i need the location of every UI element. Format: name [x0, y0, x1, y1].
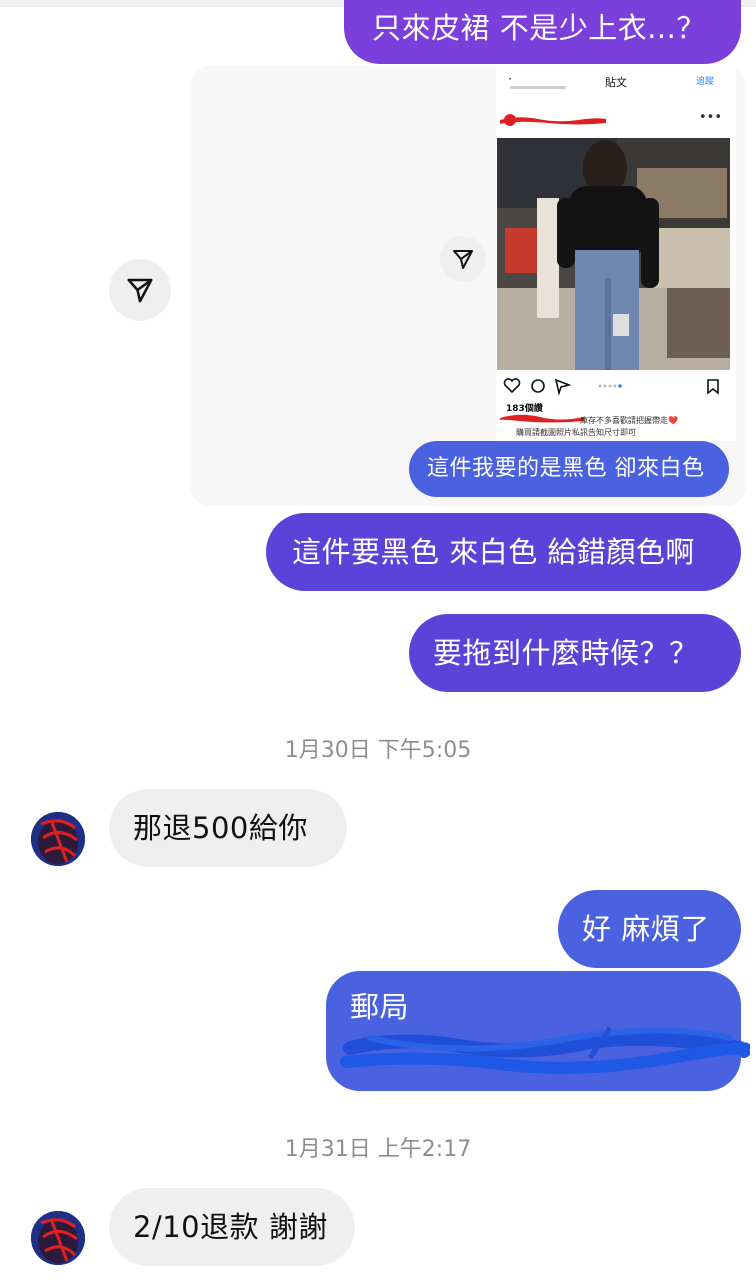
share-button[interactable] — [109, 259, 171, 321]
timestamp: 1月30日 下午5:05 — [284, 738, 472, 763]
redacted-account-number — [340, 1026, 750, 1074]
timestamp: 1月31日 上午2:17 — [284, 1137, 472, 1162]
comment-icon — [531, 379, 545, 393]
message-text: 這件要黑色 來白色 給錯顏色啊 — [292, 534, 695, 569]
bookmark-icon — [707, 379, 719, 395]
post-subline — [510, 84, 570, 93]
message-text: 好 麻煩了 — [582, 911, 710, 946]
share-icon — [127, 278, 153, 303]
share-icon — [453, 250, 473, 269]
outgoing-message[interactable]: 這件我要的是黑色 卻來白色 — [409, 441, 729, 497]
incoming-message[interactable]: 那退500給你 — [109, 789, 347, 867]
outgoing-message[interactable]: 好 麻煩了 — [558, 890, 741, 968]
redacted-username — [500, 114, 606, 126]
redacted-caption-name — [500, 414, 584, 423]
photo-image — [497, 138, 730, 370]
outgoing-message[interactable]: 只來皮裙 不是少上衣...？ — [344, 0, 741, 64]
outgoing-message[interactable]: 要拖到什麼時候？？ — [409, 614, 741, 692]
message-text: 2/10退款 謝謝 — [133, 1209, 328, 1244]
post-subline-text — [510, 86, 566, 89]
avatar-image — [31, 1211, 85, 1265]
post-action-icons — [503, 378, 719, 396]
message-text: 那退500給你 — [133, 810, 308, 845]
post-user-row: ••• — [496, 108, 736, 132]
avatar[interactable] — [31, 1211, 85, 1265]
message-text: 要拖到什麼時候？？ — [433, 635, 699, 670]
post-caption-line2: 購買請截圖照片私訊告知尺寸即可 — [516, 428, 636, 437]
heart-icon — [503, 378, 521, 394]
post-actions — [502, 377, 732, 396]
share-icon — [554, 378, 572, 396]
message-text: 只來皮裙 不是少上衣...？ — [372, 10, 706, 45]
share-button[interactable] — [440, 236, 486, 282]
post-photo — [497, 138, 730, 370]
incoming-message[interactable]: 2/10退款 謝謝 — [109, 1188, 355, 1266]
avatar-image — [31, 812, 85, 866]
message-text: 這件我要的是黑色 卻來白色 — [427, 456, 705, 481]
outgoing-message[interactable]: 這件要黑色 來白色 給錯顏色啊 — [266, 513, 741, 591]
more-icon[interactable]: ••• — [699, 110, 722, 125]
post-caption-line1: 庫存不多喜歡請把握帶走❤️ — [580, 416, 678, 425]
post-header-link: 追蹤 — [695, 77, 714, 87]
avatar[interactable] — [31, 812, 85, 866]
